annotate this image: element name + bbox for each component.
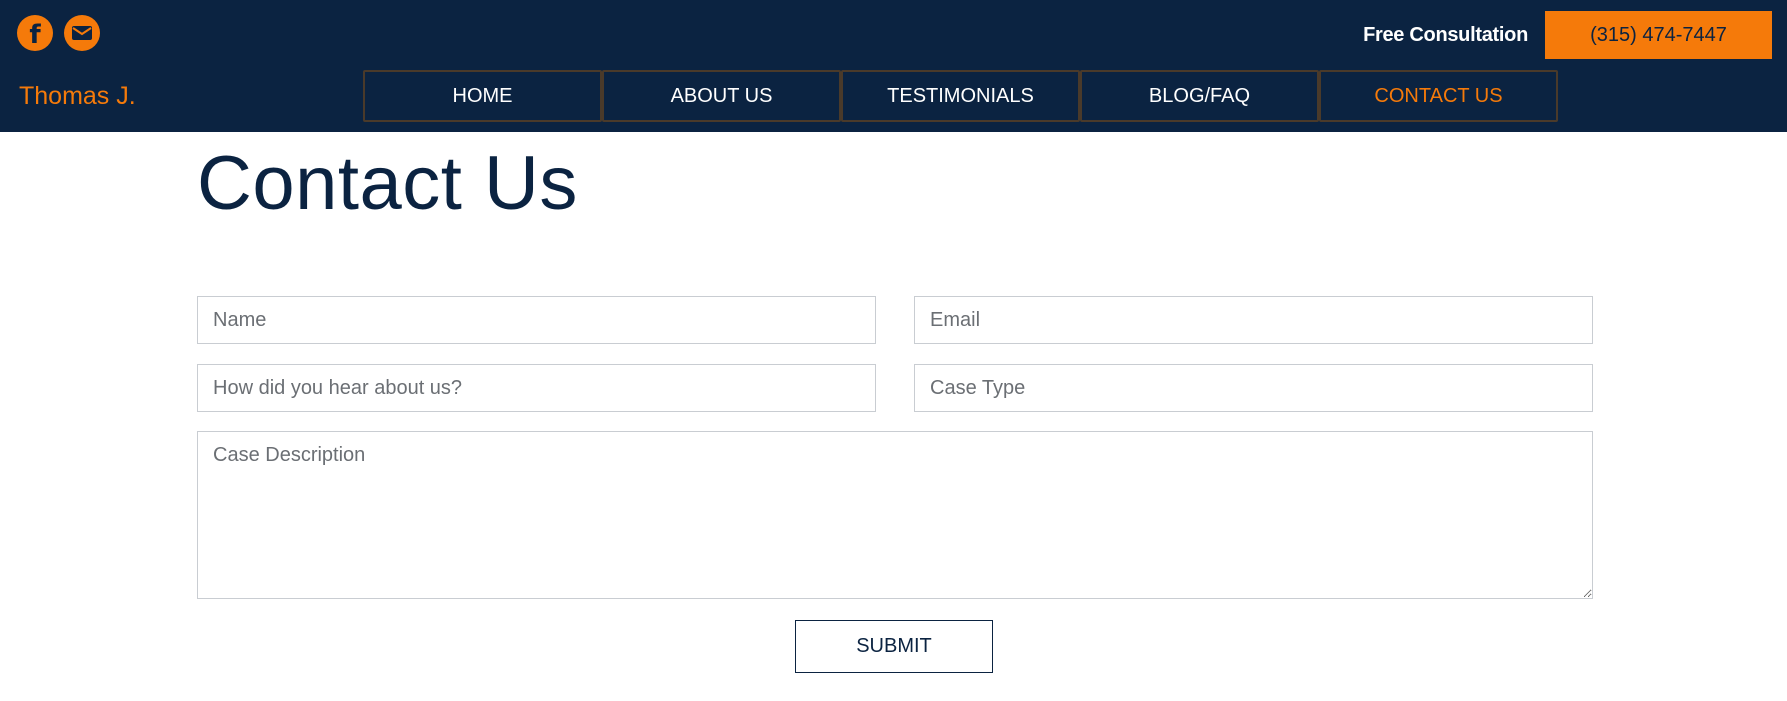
envelope-icon[interactable] — [64, 15, 100, 51]
email-field[interactable] — [914, 296, 1593, 344]
nav-item-contact-us[interactable]: CONTACT US — [1319, 70, 1558, 122]
nav-item-blog-faq[interactable]: BLOG/FAQ — [1080, 70, 1319, 122]
facebook-glyph: f — [29, 19, 41, 50]
site-header: f Free Consultation (315) 474-7447 Thoma… — [0, 0, 1787, 132]
referral-field[interactable] — [197, 364, 876, 412]
social-links: f — [17, 15, 100, 51]
submit-button[interactable]: SUBMIT — [795, 620, 993, 673]
phone-button[interactable]: (315) 474-7447 — [1545, 11, 1772, 59]
brand-logo-text[interactable]: Thomas J. — [19, 82, 136, 111]
envelope-glyph — [72, 26, 92, 40]
case-description-field[interactable] — [197, 431, 1593, 599]
case-type-field[interactable] — [914, 364, 1593, 412]
nav-item-about-us[interactable]: ABOUT US — [602, 70, 841, 122]
page-title: Contact Us — [197, 141, 578, 226]
free-consultation-label: Free Consultation — [1363, 24, 1528, 46]
name-field[interactable] — [197, 296, 876, 344]
nav-item-testimonials[interactable]: TESTIMONIALS — [841, 70, 1080, 122]
facebook-icon[interactable]: f — [17, 15, 53, 51]
nav-item-home[interactable]: HOME — [363, 70, 602, 122]
main-navigation: HOME ABOUT US TESTIMONIALS BLOG/FAQ CONT… — [363, 70, 1558, 122]
